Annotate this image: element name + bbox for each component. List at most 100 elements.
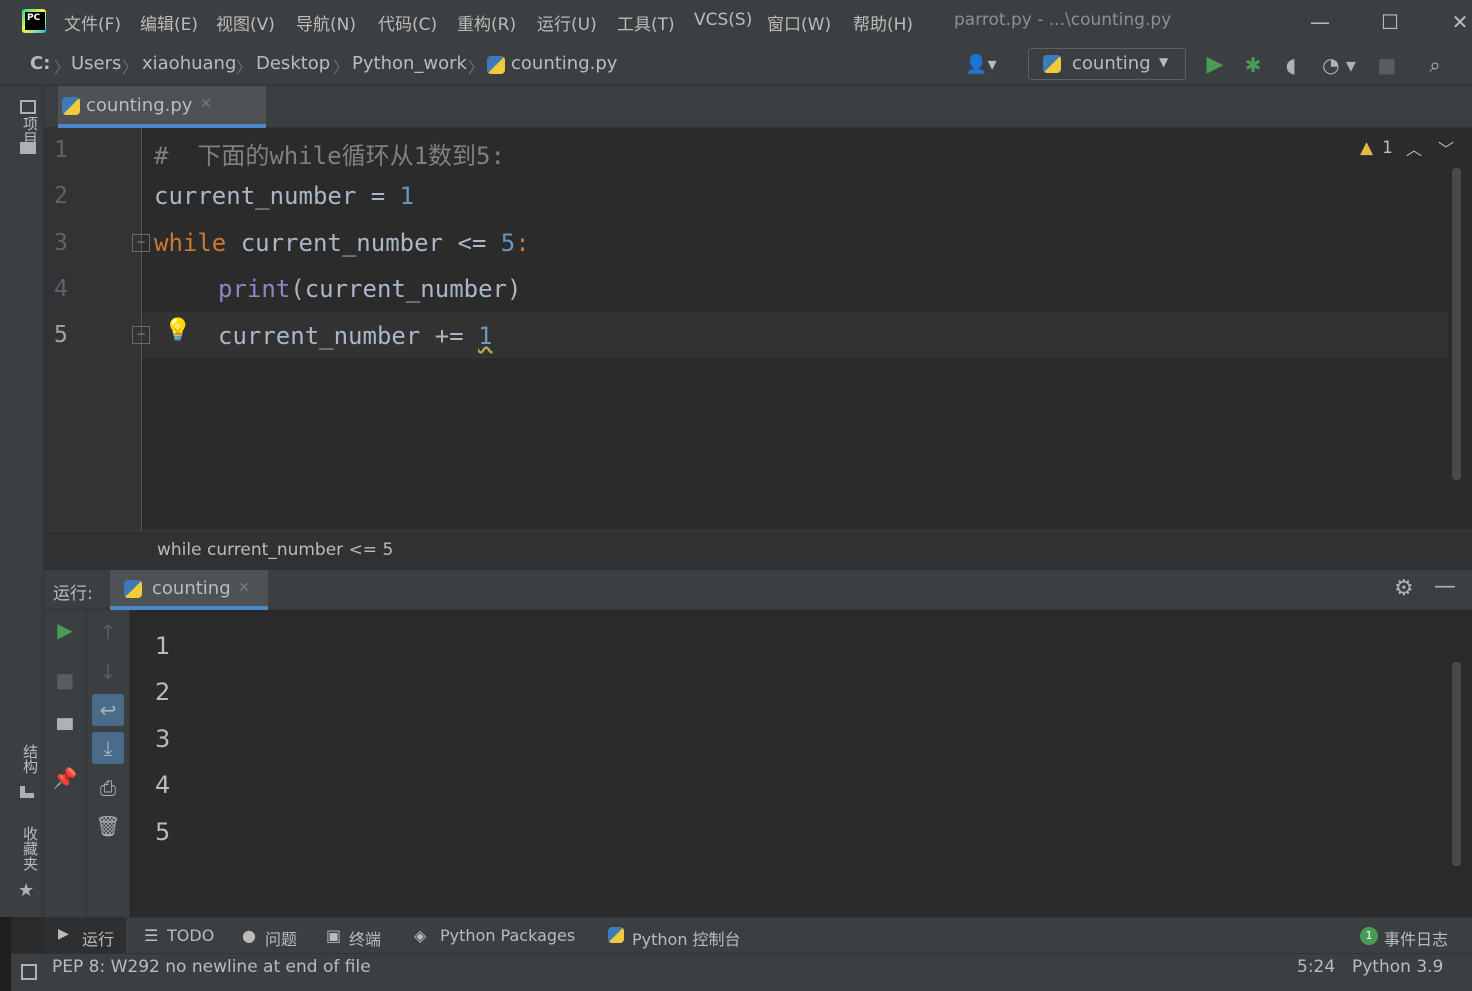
warning-count[interactable]: 1 xyxy=(1382,138,1393,158)
menu-bar: 文件(F) 编辑(E) 视图(V) 导航(N) 代码(C) 重构(R) 运行(U… xyxy=(0,0,1472,44)
run-tab-counting[interactable]: counting ✕ xyxy=(110,570,268,610)
token-builtin: print xyxy=(218,275,291,303)
python-interpreter[interactable]: Python 3.9 xyxy=(1352,957,1443,977)
menu-help[interactable]: 帮助(H) xyxy=(853,10,913,35)
bookmarks-tool-label[interactable]: 收藏夹 xyxy=(20,826,41,871)
arrow-down-icon[interactable]: ↓ xyxy=(92,656,124,688)
editor-scrollbar[interactable] xyxy=(1452,168,1461,480)
next-highlight-icon[interactable]: ﹀ xyxy=(1438,136,1454,160)
trash-icon[interactable]: 🗑 xyxy=(92,810,124,842)
menu-window[interactable]: 窗口(W) xyxy=(767,10,831,35)
breadcrumb-users[interactable]: Users xyxy=(71,53,121,74)
editor-tab-counting[interactable]: counting.py ✕ xyxy=(58,86,266,128)
run-tab-label: counting xyxy=(152,578,231,599)
tool-window-event-log[interactable]: 事件日志 xyxy=(1384,926,1448,950)
output-line: 4 xyxy=(155,771,171,799)
menu-tools[interactable]: 工具(T) xyxy=(617,10,675,35)
maximize-icon[interactable]: ☐ xyxy=(1376,8,1404,36)
status-bar: PEP 8: W292 no newline at end of file 5:… xyxy=(11,953,1472,991)
event-log-badge: 1 xyxy=(1360,927,1378,945)
fold-end-icon[interactable]: − xyxy=(132,326,150,344)
debug-bug-icon[interactable]: ✱ xyxy=(1240,52,1266,78)
token-text: current_number <= xyxy=(226,229,501,257)
token-text: current_number += xyxy=(218,322,479,350)
profile-icon[interactable]: ◔ ▾ xyxy=(1316,52,1362,78)
packages-icon: ◈ xyxy=(414,926,427,945)
menu-vcs[interactable]: VCS(S) xyxy=(694,10,752,30)
breadcrumb-desktop[interactable]: Desktop xyxy=(256,53,330,74)
code-breadcrumb[interactable]: while current_number <= 5 xyxy=(157,540,393,560)
rerun-icon[interactable]: ▶ xyxy=(49,614,81,646)
search-icon[interactable]: ⌕ xyxy=(1422,52,1448,78)
stop-icon[interactable]: ■ xyxy=(49,664,81,696)
fold-icon[interactable]: − xyxy=(132,234,150,252)
tool-window-packages[interactable]: Python Packages xyxy=(440,926,575,945)
menu-refactor[interactable]: 重构(R) xyxy=(457,10,516,35)
menu-file[interactable]: 文件(F) xyxy=(64,10,121,35)
stop-icon[interactable]: ■ xyxy=(1374,52,1400,78)
gear-icon[interactable]: ⚙ xyxy=(1394,576,1414,601)
arrow-up-icon[interactable]: ↑ xyxy=(92,616,124,648)
previous-highlight-icon[interactable]: ︿ xyxy=(1406,136,1422,160)
user-account-icon[interactable]: 👤▾ xyxy=(960,52,1002,78)
close-tab-icon[interactable]: ✕ xyxy=(200,96,212,112)
hide-panel-icon[interactable]: — xyxy=(1434,574,1456,599)
token-keyword: while xyxy=(154,229,227,257)
menu-view[interactable]: 视图(V) xyxy=(216,10,275,35)
caret-position[interactable]: 5:24 xyxy=(1297,957,1335,977)
menu-navigate[interactable]: 导航(N) xyxy=(296,10,356,35)
tool-window-run[interactable]: 运行 xyxy=(82,926,114,950)
tool-window-python-console[interactable]: Python 控制台 xyxy=(632,926,741,950)
window-title: parrot.py - ...\counting.py xyxy=(954,10,1172,30)
soft-wrap-icon[interactable]: ↩ xyxy=(92,694,124,726)
tool-window-todo[interactable]: TODO xyxy=(167,926,214,945)
python-icon xyxy=(1043,55,1061,73)
breadcrumb-python-work[interactable]: Python_work xyxy=(352,53,467,74)
print-icon[interactable]: ⎙ xyxy=(92,772,124,804)
line-gutter: 1 2 3 4 5 − − xyxy=(44,128,150,530)
line-number: 2 xyxy=(54,183,68,209)
output-scrollbar[interactable] xyxy=(1452,662,1461,866)
breadcrumb-xiaohuang[interactable]: xiaohuang xyxy=(142,53,236,74)
close-icon[interactable]: ✕ xyxy=(1446,8,1472,36)
project-panel-icon[interactable] xyxy=(20,100,36,114)
scroll-to-end-icon[interactable]: ⤓ xyxy=(92,732,124,764)
line-number: 4 xyxy=(54,276,68,302)
token-text: (current_number) xyxy=(290,275,522,303)
run-panel-label: 运行: xyxy=(53,584,93,604)
warning-icon[interactable]: ▲ xyxy=(1360,138,1373,158)
breadcrumb-file[interactable]: counting.py xyxy=(511,53,617,74)
tool-window-terminal[interactable]: 终端 xyxy=(349,926,381,950)
code-line-3: while current_number <= 5: xyxy=(154,229,530,257)
toggle-tool-windows-icon[interactable] xyxy=(21,964,37,980)
lightbulb-icon[interactable]: 💡 xyxy=(164,318,191,343)
menu-run[interactable]: 运行(U) xyxy=(537,10,597,35)
code-line-2: current_number = 1 xyxy=(154,182,414,210)
token-number: 1 xyxy=(478,322,493,350)
python-file-icon xyxy=(62,97,80,115)
token-colon: : xyxy=(515,229,530,257)
menu-edit[interactable]: 编辑(E) xyxy=(140,10,198,35)
pin-icon[interactable]: 📌 xyxy=(49,762,81,794)
run-icon[interactable]: ▶ xyxy=(1202,52,1228,78)
layout-icon[interactable]: ▀ xyxy=(49,714,81,746)
breadcrumb-separator: 〉 xyxy=(468,58,485,77)
navigation-bar: C: 〉 Users 〉 xiaohuang 〉 Desktop 〉 Pytho… xyxy=(0,44,1472,86)
structure-icon xyxy=(20,786,34,798)
breadcrumb-drive[interactable]: C: xyxy=(30,53,50,74)
run-output-panel: ▶ ■ ▀ 📌 ↑ ↓ ↩ ⤓ ⎙ 🗑 1 2 3 4 5 xyxy=(44,610,1472,917)
token-variable: current_number xyxy=(154,182,357,210)
output-line: 1 xyxy=(155,632,171,660)
terminal-icon: ▣ xyxy=(326,926,342,945)
token-operator: = xyxy=(356,182,400,210)
menu-code[interactable]: 代码(C) xyxy=(378,10,437,35)
structure-tool-label[interactable]: 结构 xyxy=(20,744,41,774)
close-tab-icon[interactable]: ✕ xyxy=(238,580,250,596)
run-actions-strip: ▶ ■ ▀ 📌 xyxy=(44,610,87,917)
run-config-label: counting xyxy=(1072,53,1151,74)
run-config-dropdown[interactable]: counting ▼ xyxy=(1028,48,1186,80)
code-editor[interactable]: 1 2 3 4 5 − − 💡 # 下面的while循环从1数到5: curre… xyxy=(44,128,1472,530)
coverage-icon[interactable]: ◖ xyxy=(1278,52,1304,78)
tool-window-problems[interactable]: 问题 xyxy=(265,926,297,950)
minimize-icon[interactable]: — xyxy=(1306,8,1334,36)
